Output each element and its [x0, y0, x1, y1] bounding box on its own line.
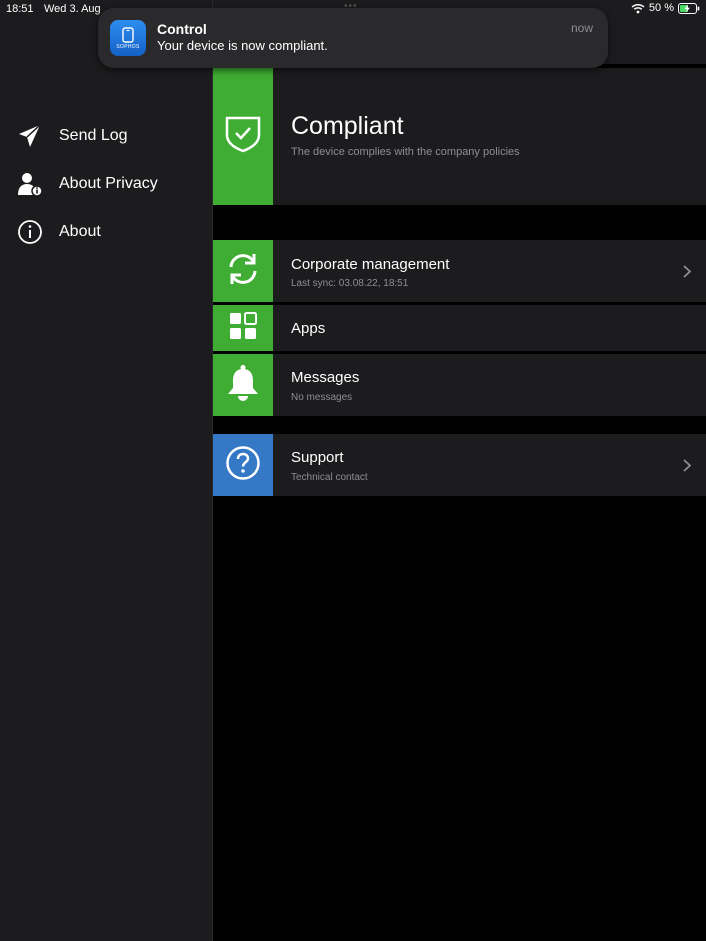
- apps-title: Apps: [291, 320, 326, 337]
- sidebar-item-label: Send Log: [59, 127, 128, 144]
- notification-message: Your device is now compliant.: [157, 38, 328, 53]
- sidebar-item-about[interactable]: About: [17, 216, 101, 248]
- messages-tile: [213, 354, 273, 416]
- support-subtitle: Technical contact: [291, 472, 368, 483]
- messages-title: Messages: [291, 369, 360, 386]
- notification-banner[interactable]: SOPHOS Control Your device is now compli…: [98, 8, 608, 68]
- support-title: Support: [291, 449, 344, 466]
- chevron-right-icon: [682, 264, 692, 278]
- paper-plane-icon: [17, 123, 43, 149]
- sidebar-item-about-privacy[interactable]: About Privacy: [17, 168, 158, 200]
- sidebar-item-send-log[interactable]: Send Log: [17, 120, 128, 152]
- chevron-right-icon: [682, 458, 692, 472]
- battery-charging-icon: [678, 2, 700, 14]
- corporate-subtitle: Last sync: 03.08.22, 18:51: [291, 278, 409, 289]
- corporate-management-row[interactable]: Corporate management Last sync: 03.08.22…: [213, 240, 706, 302]
- sidebar-item-label: About Privacy: [59, 175, 158, 192]
- apps-row[interactable]: Apps: [213, 305, 706, 351]
- compliance-status-card: Compliant The device complies with the c…: [213, 68, 706, 205]
- notification-time: now: [570, 21, 593, 35]
- main-panel: Compliant The device complies with the c…: [213, 0, 706, 941]
- sophos-logo-text: SOPHOS: [116, 43, 140, 50]
- info-circle-icon: [17, 219, 43, 245]
- notification-app-name: Control: [157, 21, 207, 37]
- sidebar: Send Log About Privacy About: [0, 0, 213, 941]
- messages-subtitle: No messages: [291, 392, 353, 403]
- sync-icon: [225, 251, 261, 292]
- bell-icon: [225, 364, 261, 407]
- battery-percent: 50 %: [648, 2, 674, 14]
- screen: Send Log About Privacy About Compliant T…: [0, 0, 706, 941]
- status-time: 18:51: [6, 3, 34, 15]
- phone-icon: [122, 26, 134, 43]
- wifi-icon: [631, 3, 645, 14]
- status-date: Wed 3. Aug: [44, 3, 101, 15]
- corporate-tile: [213, 240, 273, 302]
- sidebar-item-label: About: [59, 223, 101, 240]
- compliance-subtitle: The device complies with the company pol…: [291, 146, 520, 158]
- user-info-icon: [17, 171, 43, 197]
- messages-row[interactable]: Messages No messages: [213, 354, 706, 416]
- shield-check-icon: [225, 115, 261, 158]
- compliance-tile: [213, 68, 273, 205]
- compliance-title: Compliant: [291, 112, 404, 140]
- apps-tile: [213, 305, 273, 351]
- support-row[interactable]: Support Technical contact: [213, 434, 706, 496]
- status-indicators: 50 %: [631, 2, 700, 14]
- corporate-title: Corporate management: [291, 256, 450, 273]
- question-circle-icon: [225, 445, 261, 486]
- support-tile: [213, 434, 273, 496]
- apps-grid-icon: [229, 311, 257, 345]
- sophos-app-icon: SOPHOS: [110, 20, 146, 56]
